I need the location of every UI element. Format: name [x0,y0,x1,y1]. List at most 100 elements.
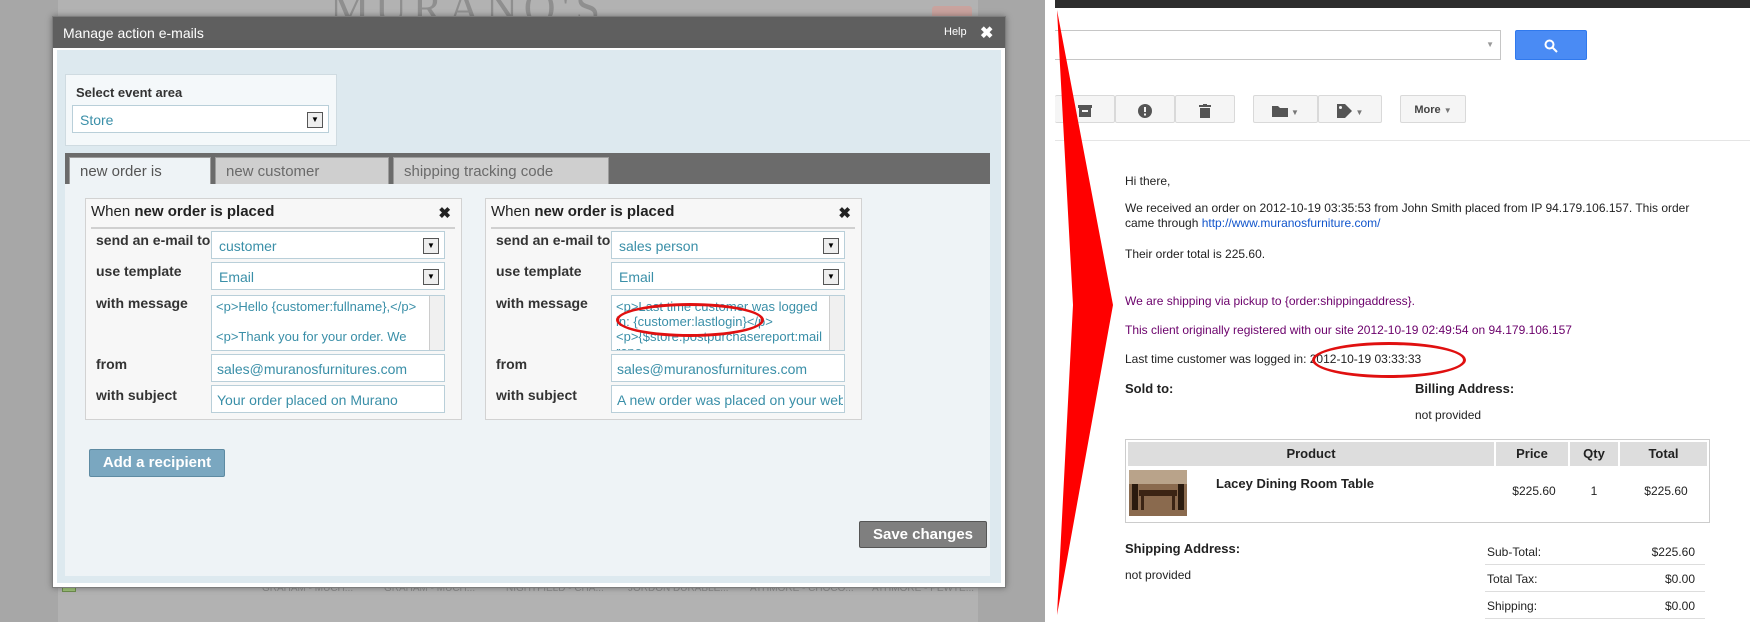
email-total: Their order total is 225.60. [1125,247,1266,261]
template-label: use template [96,263,182,279]
card-header: When new order is placed ✖ [91,203,455,229]
table-header: Product [1128,442,1496,466]
tab-new-customer[interactable]: new customer registered [215,157,389,207]
search-button[interactable] [1515,30,1587,60]
template-value: Email [219,269,255,285]
subject-input[interactable]: Your order placed on Murano [211,385,445,413]
manage-action-emails-dialog: Manage action e-mails Help ✖ Select even… [52,16,1006,588]
tab-panel: When new order is placed ✖ send an e-mai… [65,184,990,576]
event-area-select[interactable]: Store ▼ [72,105,329,133]
from-label: from [496,356,528,372]
subject-input[interactable]: A new order was placed on your websit [611,385,845,413]
table-header: Total [1620,442,1707,466]
template-label: use template [496,263,582,279]
card-header-event: new order is placed [134,203,275,220]
store-link[interactable]: http://www.muranosfurniture.com/ [1202,216,1381,230]
textarea-scrollbar[interactable] [829,296,844,350]
send-to-value: customer [219,238,277,254]
totals-value: $225.60 [1651,545,1695,559]
totals-row: Total Tax: $0.00 [1485,567,1705,592]
dining-table-image [1129,470,1187,516]
product-price: $225.60 [1512,484,1556,498]
tab-new-order[interactable]: new order is placed [69,157,211,207]
dialog-title: Manage action e-mails [63,25,204,41]
totals-label: Sub-Total: [1487,545,1542,559]
remove-card-icon[interactable]: ✖ [838,204,851,222]
move-to-button[interactable]: ▼ [1253,95,1318,123]
labels-button[interactable]: ▼ [1318,95,1382,123]
totals-value: $0.00 [1664,572,1695,586]
from-value: sales@muranosfurnitures.com [217,361,408,377]
delete-button[interactable] [1175,95,1235,123]
highlight-ellipse [616,303,764,337]
subject-label: with subject [496,387,577,403]
totals-label: Total Tax: [1487,572,1538,586]
chevron-down-icon: ▼ [423,238,439,254]
chevron-down-icon: ▼ [823,269,839,285]
subject-value: Your order placed on Murano [217,392,398,408]
message-value: <p>Hello {customer:fullname},</p> <p>Tha… [216,299,417,344]
add-recipient-button[interactable]: Add a recipient [89,449,225,477]
tab-shipping-tracking[interactable]: shipping tracking code updated [393,157,609,207]
save-changes-button[interactable]: Save changes [859,521,987,548]
email-greeting: Hi there, [1125,174,1171,188]
help-link[interactable]: Help [944,26,967,38]
subject-label: with subject [96,387,177,403]
from-value: sales@muranosfurnitures.com [617,361,808,377]
template-value: Email [619,269,655,285]
product-name: Lacey Dining Room Table [1216,476,1374,491]
remove-card-icon[interactable]: ✖ [438,204,451,222]
send-to-select[interactable]: customer ▼ [211,231,445,259]
chevron-down-icon: ▼ [823,238,839,254]
card-header-prefix: When [91,203,135,220]
totals-row: Shipping: $0.00 [1485,594,1705,619]
product-qty: 1 [1590,484,1598,498]
card-header-event: new order is placed [534,203,675,220]
card-header: When new order is placed ✖ [491,203,855,229]
email-order-line: We received an order on 2012-10-19 03:35… [1125,201,1710,231]
dialog-body: Select event area Store ▼ new order is p… [57,50,1001,583]
product-table: Product Price Qty Total Lacey Dining Roo… [1125,439,1710,523]
send-to-value: sales person [619,238,699,254]
product-thumbnail [1129,470,1187,516]
message-label: with message [496,295,588,311]
event-tabs: new order is placed new customer registe… [65,153,990,207]
search-icon [1544,39,1558,54]
spam-icon [1138,104,1152,119]
table-header: Price [1496,442,1570,466]
email-registered: This client originally registered with o… [1125,323,1572,337]
chevron-down-icon: ▼ [1486,40,1494,49]
send-to-label: send an e-mail to [496,232,611,248]
email-shipping-via: We are shipping via pickup to {order:shi… [1125,294,1415,308]
chevron-down-icon: ▼ [423,269,439,285]
more-button[interactable]: More ▼ [1400,95,1466,123]
chevron-down-icon: ▼ [1291,108,1299,117]
send-to-select[interactable]: sales person ▼ [611,231,845,259]
highlight-ellipse [1312,342,1466,378]
chevron-down-icon: ▼ [307,112,323,128]
from-input[interactable]: sales@muranosfurnitures.com [211,354,445,382]
recipient-card: When new order is placed ✖ send an e-mai… [485,198,862,420]
send-to-label: send an e-mail to [96,232,211,248]
gmail-window: ▼ ▼ ▼ More ▼ Hi there, We received an or… [1055,0,1750,622]
textarea-scrollbar[interactable] [429,296,444,350]
event-area-label: Select event area [76,85,183,100]
template-select[interactable]: Email ▼ [211,262,445,290]
chevron-down-icon: ▼ [1443,106,1452,115]
message-textarea[interactable]: <p>Hello {customer:fullname},</p> <p>Tha… [211,295,445,351]
chevron-down-icon: ▼ [1355,108,1364,117]
event-area-value: Store [80,112,114,128]
close-icon[interactable]: ✖ [980,23,993,43]
card-header-prefix: When [491,203,535,220]
table-header: Qty [1570,442,1620,466]
totals-value: $0.00 [1664,599,1695,613]
template-select[interactable]: Email ▼ [611,262,845,290]
from-input[interactable]: sales@muranosfurnitures.com [611,354,845,382]
subject-value: A new order was placed on your websit [617,392,843,408]
from-label: from [96,356,128,372]
message-label: with message [96,295,188,311]
gmail-top-bar [1055,0,1750,8]
product-total: $225.60 [1644,484,1688,498]
dialog-titlebar: Manage action e-mails Help ✖ [53,17,1005,48]
totals-row: Sub-Total: $225.60 [1485,540,1705,565]
